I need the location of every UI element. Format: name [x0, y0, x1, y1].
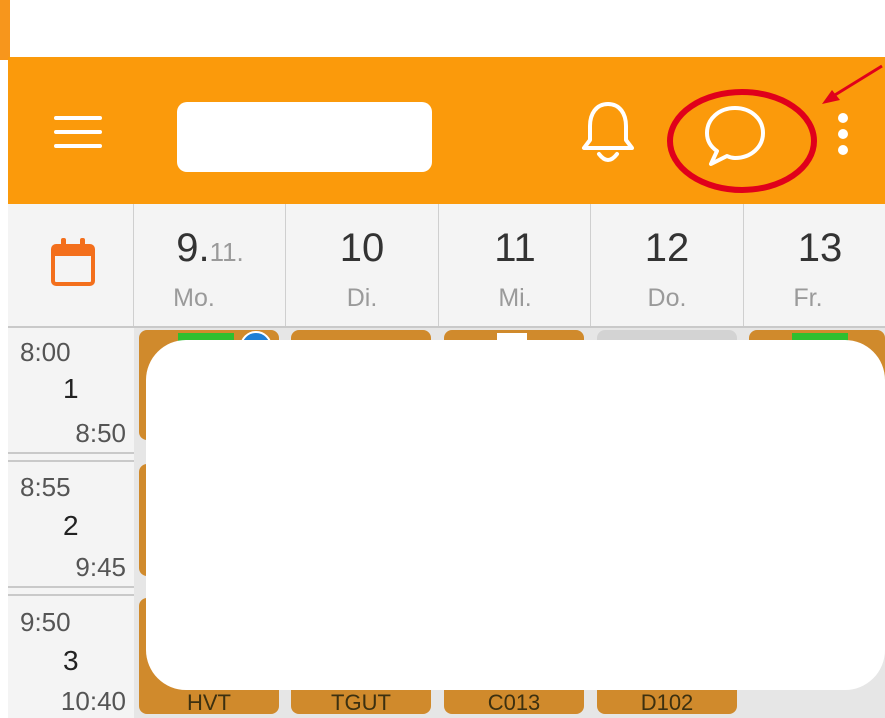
period-2-end: 9:45 [75, 552, 126, 582]
day-header-mo[interactable]: 9.11. [134, 226, 286, 271]
day-header-do[interactable]: 12 [591, 226, 743, 271]
bell-icon[interactable] [580, 100, 636, 166]
annotation-arrow [800, 60, 885, 120]
day-name-mi: Mi. [498, 284, 532, 312]
period-2-start: 8:55 [20, 472, 71, 502]
period-1-number: 1 [63, 373, 79, 404]
period-2-number: 2 [63, 510, 79, 541]
lesson-do-3-room: D102 [640, 690, 694, 714]
lesson-mi-3-room: C013 [487, 690, 541, 714]
day-name-di: Di. [346, 284, 378, 312]
day-name-fr: Fr. [793, 284, 823, 312]
period-3-start: 9:50 [20, 607, 71, 637]
day-name-mo: Mo. [173, 284, 215, 312]
highlight-ellipse [666, 88, 818, 194]
row-divider [8, 452, 134, 454]
period-3-end: 10:40 [60, 686, 126, 716]
menu-icon[interactable] [54, 114, 102, 150]
day-header-fr[interactable]: 13 [744, 226, 885, 271]
row-divider [8, 460, 134, 462]
lesson-mo-3-room: HVT [187, 690, 231, 714]
row-divider [8, 594, 134, 596]
day-name-do: Do. [647, 284, 687, 312]
row-divider [8, 326, 885, 328]
day-header-mi[interactable]: 11 [439, 226, 591, 271]
day-header-di[interactable]: 10 [286, 226, 438, 271]
redacted-top-banner [22, 0, 884, 60]
top-edge [0, 0, 10, 60]
redacted-title-box [177, 102, 432, 172]
period-1-start: 8:00 [20, 337, 71, 367]
period-3-number: 3 [63, 645, 79, 676]
period-1-end: 8:50 [75, 418, 126, 448]
lesson-di-3-room: TGUT [331, 690, 391, 714]
calendar-icon[interactable] [51, 238, 95, 286]
row-divider [8, 586, 134, 588]
redacted-overlay-panel [146, 340, 885, 690]
